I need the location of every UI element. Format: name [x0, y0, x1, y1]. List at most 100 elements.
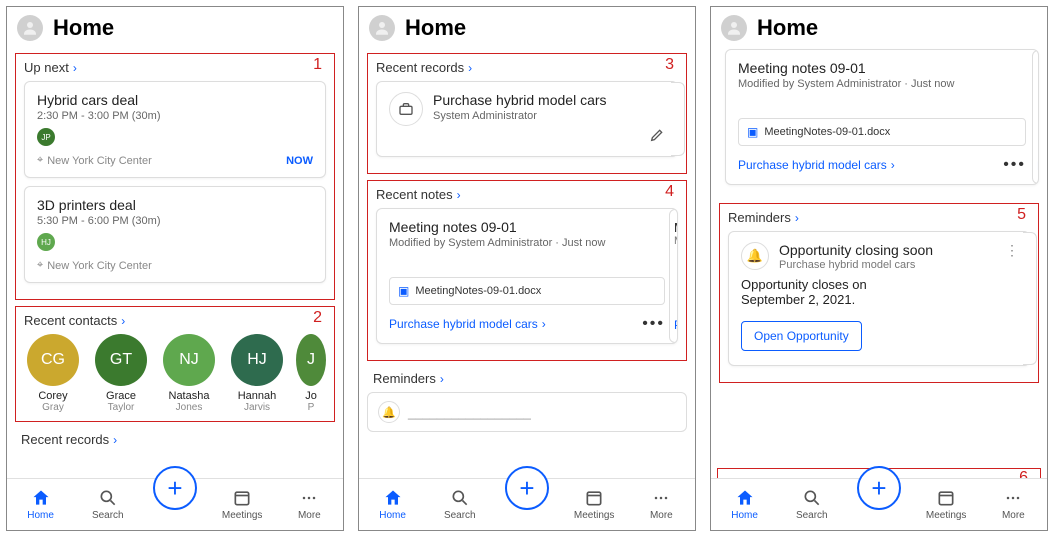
attendee-avatar: HJ	[37, 233, 55, 251]
contact-item[interactable]: HJHannahJarvis	[228, 334, 286, 413]
note-link[interactable]: Purchase hybrid model cars ›	[738, 158, 895, 172]
home-icon	[31, 488, 51, 508]
person-icon	[725, 19, 743, 37]
nav-meetings[interactable]: Meetings	[214, 488, 270, 521]
annotation-2: 2	[313, 309, 322, 327]
file-name: MeetingNotes-09-01.docx	[415, 285, 541, 297]
calendar-icon	[936, 488, 956, 508]
note-link[interactable]: Purchase hybrid model cars ›	[389, 317, 546, 331]
reminder-body: Opportunity closes on September 2, 2021.	[741, 277, 1017, 307]
record-card[interactable]: Purchase hybrid model cars System Admini…	[376, 81, 678, 157]
file-attachment[interactable]: ▣ MeetingNotes-09-01.docx	[389, 277, 665, 305]
annotation-4: 4	[665, 183, 674, 201]
event-location: New York City Center	[47, 155, 152, 167]
contact-item[interactable]: JJoP	[296, 334, 326, 413]
file-name: MeetingNotes-09-01.docx	[764, 126, 890, 138]
more-vertical-icon[interactable]: ⋮	[1005, 242, 1019, 259]
event-time: 5:30 PM - 6:00 PM (30m)	[37, 215, 313, 227]
contacts-row: CGCoreyGray GTGraceTaylor NJNatashaJones…	[24, 334, 326, 413]
contacts-header[interactable]: Recent contacts ›	[24, 313, 326, 328]
screen-1: Home 1 Up next › Hybrid cars deal 2:30 P…	[6, 6, 344, 531]
word-doc-icon: ▣	[398, 284, 409, 298]
header: Home	[7, 7, 343, 49]
note-sub: Modified by System Administrator · Just …	[738, 78, 1026, 90]
event-location: New York City Center	[47, 260, 152, 272]
nav-search[interactable]: Search	[80, 488, 136, 521]
bell-icon: 🔔	[378, 401, 400, 423]
nav-meetings[interactable]: Meetings	[566, 488, 622, 521]
header: Home	[359, 7, 695, 49]
edit-icon[interactable]	[649, 127, 665, 148]
chevron-right-icon: ›	[121, 314, 125, 328]
nav-more[interactable]: More	[281, 488, 337, 521]
annotation-1: 1	[313, 56, 322, 74]
nav-home[interactable]: Home	[13, 488, 69, 521]
note-card[interactable]: Meeting notes 09-01 Modified by System A…	[725, 49, 1039, 185]
chevron-right-icon: ›	[457, 188, 461, 202]
recent-notes-section: 4 Recent notes › Meeting notes 09-01 Mod…	[367, 180, 687, 361]
file-attachment[interactable]: ▣ MeetingNotes-09-01.docx	[738, 118, 1026, 146]
more-icon	[651, 488, 671, 508]
chevron-right-icon: ›	[440, 372, 444, 386]
nav-home[interactable]: Home	[717, 488, 773, 521]
fab-add-button[interactable]: +	[857, 466, 901, 510]
note-title: Meeting notes 09-01	[738, 60, 1026, 76]
reminder-sub: Purchase hybrid model cars	[779, 259, 933, 271]
chevron-right-icon: ›	[542, 317, 546, 331]
records-header[interactable]: Recent records ›	[376, 60, 678, 75]
record-title: Purchase hybrid model cars	[433, 92, 665, 108]
chevron-right-icon: ›	[795, 211, 799, 225]
recent-contacts-section: 2 Recent contacts › CGCoreyGray GTGraceT…	[15, 306, 335, 422]
fab-add-button[interactable]: +	[505, 466, 549, 510]
note-peek: M Mo Pu	[669, 209, 678, 343]
annotation-3: 3	[665, 56, 674, 74]
note-sub: Modified by System Administrator · Just …	[389, 237, 665, 249]
event-time: 2:30 PM - 3:00 PM (30m)	[37, 110, 313, 122]
avatar[interactable]	[369, 15, 395, 41]
more-dots-icon[interactable]: •••	[642, 315, 665, 333]
now-badge: NOW	[286, 155, 313, 167]
notes-header[interactable]: Recent notes ›	[376, 187, 678, 202]
recent-records-section: 3 Recent records › Purchase hybrid model…	[367, 53, 687, 174]
record-sub: System Administrator	[433, 110, 665, 122]
screen-3: Home Meeting notes 09-01 Modified by Sys…	[710, 6, 1048, 531]
fab-add-button[interactable]: +	[153, 466, 197, 510]
annotation-5: 5	[1017, 206, 1026, 224]
event-card[interactable]: 3D printers deal 5:30 PM - 6:00 PM (30m)…	[24, 186, 326, 283]
reminders-header[interactable]: Reminders ›	[728, 210, 1030, 225]
word-doc-icon: ▣	[747, 125, 758, 139]
contact-item[interactable]: GTGraceTaylor	[92, 334, 150, 413]
nav-more[interactable]: More	[985, 488, 1041, 521]
bell-icon: 🔔	[741, 242, 769, 270]
recent-records-header[interactable]: Recent records ›	[7, 428, 343, 449]
nav-home[interactable]: Home	[365, 488, 421, 521]
event-card[interactable]: Hybrid cars deal 2:30 PM - 3:00 PM (30m)…	[24, 81, 326, 178]
avatar[interactable]	[17, 15, 43, 41]
chevron-right-icon: ›	[113, 433, 117, 447]
page-title: Home	[405, 15, 466, 41]
reminder-card[interactable]: ⋮ 🔔 Opportunity closing soon Purchase hy…	[728, 231, 1030, 366]
avatar[interactable]	[721, 15, 747, 41]
reminder-title: Opportunity closing soon	[779, 242, 933, 258]
home-icon	[735, 488, 755, 508]
nav-search[interactable]: Search	[784, 488, 840, 521]
note-card[interactable]: Meeting notes 09-01 Modified by System A…	[376, 208, 678, 344]
nav-search[interactable]: Search	[432, 488, 488, 521]
person-icon	[21, 19, 39, 37]
person-icon	[373, 19, 391, 37]
upnext-header[interactable]: Up next ›	[24, 60, 326, 75]
location-pin-icon: ⌖	[37, 154, 43, 167]
upnext-section: 1 Up next › Hybrid cars deal 2:30 PM - 3…	[15, 53, 335, 300]
note-peek: M Pu	[1032, 50, 1039, 184]
event-title: 3D printers deal	[37, 197, 313, 213]
contact-item[interactable]: CGCoreyGray	[24, 334, 82, 413]
nav-more[interactable]: More	[633, 488, 689, 521]
contact-item[interactable]: NJNatashaJones	[160, 334, 218, 413]
nav-meetings[interactable]: Meetings	[918, 488, 974, 521]
open-opportunity-button[interactable]: Open Opportunity	[741, 321, 862, 351]
more-dots-icon[interactable]: •••	[1003, 156, 1026, 174]
reminder-card-cut[interactable]: 🔔 _________________	[367, 392, 687, 432]
reminders-header[interactable]: Reminders ›	[359, 367, 695, 388]
search-icon	[450, 488, 470, 508]
calendar-icon	[232, 488, 252, 508]
